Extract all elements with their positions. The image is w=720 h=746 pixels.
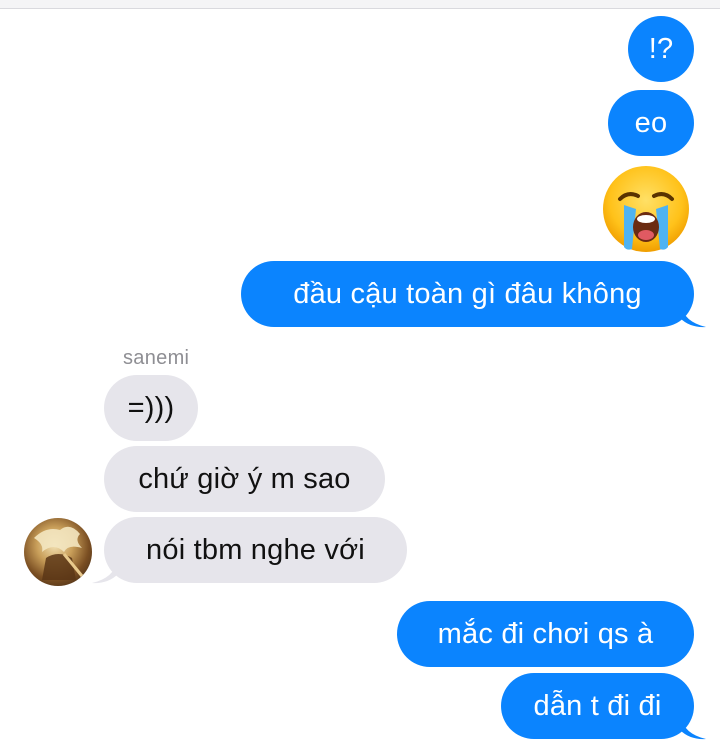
message-bubble-incoming[interactable]: chứ giờ ý m sao [104, 446, 385, 512]
message-text: chứ giờ ý m sao [138, 462, 351, 495]
message-bubble-outgoing[interactable]: mắc đi chơi qs à [397, 601, 694, 667]
message-text: dẫn t đi đi [533, 689, 662, 722]
message-bubble-outgoing[interactable]: đầu cậu toàn gì đâu không [241, 261, 694, 327]
message-bubble-outgoing[interactable]: !? [628, 16, 694, 82]
sender-name: sanemi [123, 347, 190, 369]
message-text: đầu cậu toàn gì đâu không [293, 277, 642, 310]
message-thread: !? eo đầu cậu toàn gì đâu không sanemi =… [0, 0, 720, 746]
message-text: mắc đi chơi qs à [437, 617, 654, 650]
message-bubble-incoming[interactable]: =))) [104, 375, 198, 441]
message-bubble-incoming[interactable]: nói tbm nghe với [104, 517, 407, 583]
message-text: nói tbm nghe với [146, 533, 365, 566]
message-bubble-outgoing[interactable]: eo [608, 90, 694, 156]
message-bubble-outgoing[interactable]: dẫn t đi đi [501, 673, 694, 739]
message-text: =))) [127, 391, 175, 424]
bubble-tail [680, 304, 706, 328]
bubble-tail [680, 716, 706, 740]
loudly-crying-face-icon[interactable] [600, 163, 692, 255]
message-text: !? [648, 32, 674, 65]
bubble-tail [92, 560, 118, 584]
avatar-image [34, 526, 84, 580]
avatar[interactable] [24, 518, 92, 586]
message-text: eo [634, 106, 668, 139]
